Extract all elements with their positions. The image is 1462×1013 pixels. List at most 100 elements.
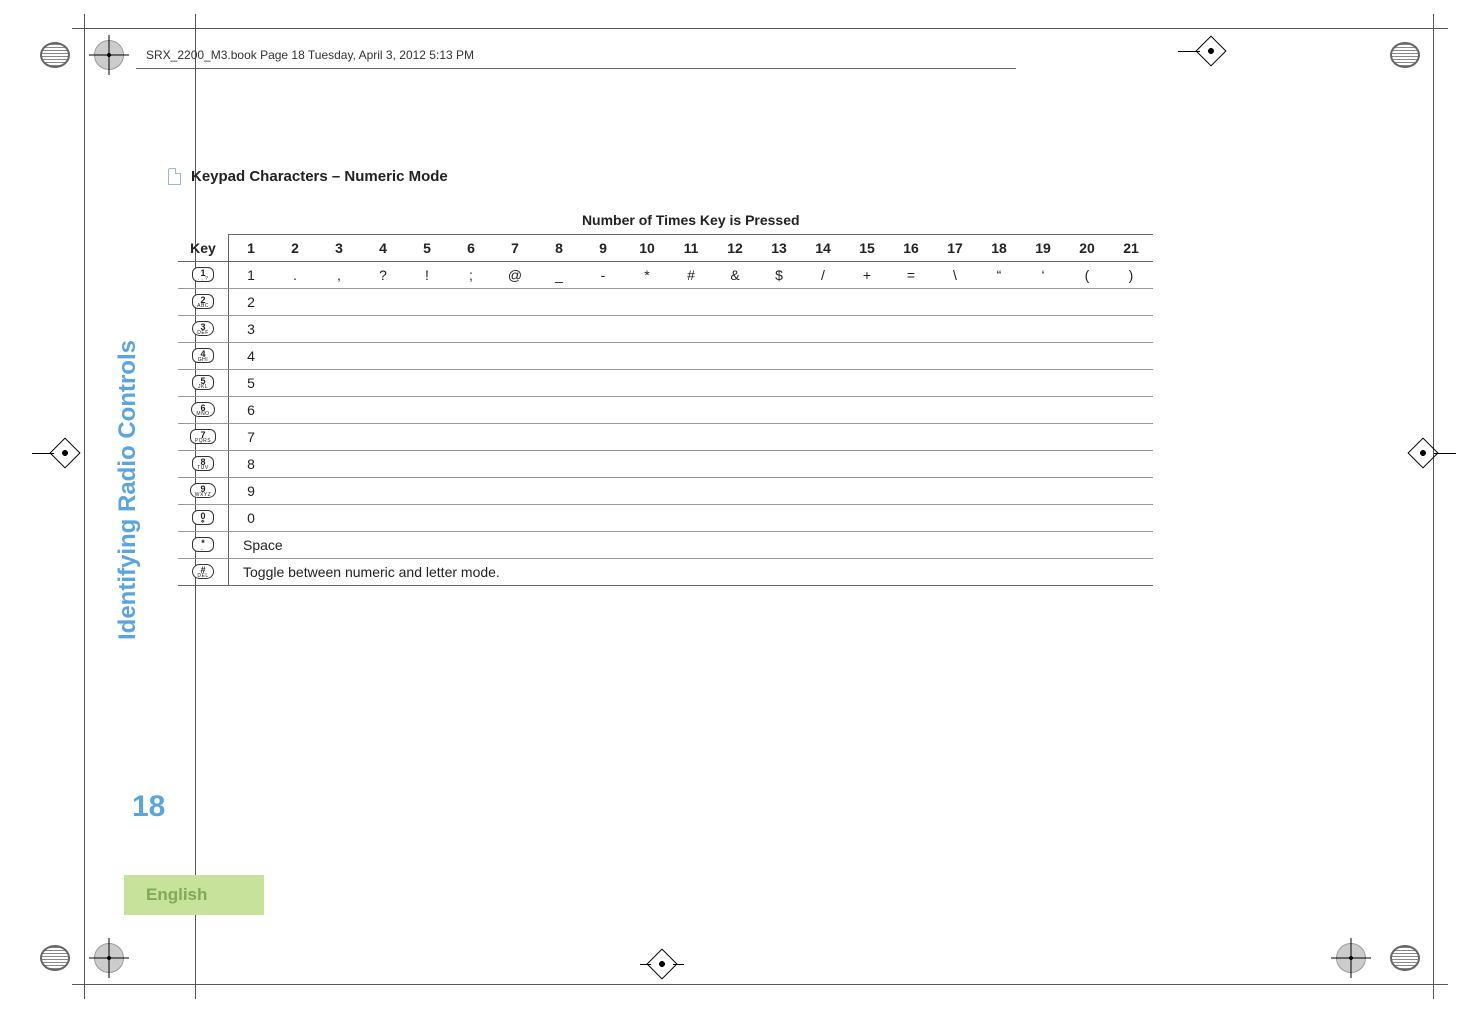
book-header-rule [136,68,1016,69]
table-column-header: 21 [1109,235,1153,262]
keypad-characters-table: Number of Times Key is Pressed Key 12345… [178,207,1153,586]
table-cell [493,505,537,532]
table-column-header: 19 [1021,235,1065,262]
table-cell [977,370,1021,397]
table-column-header: 9 [581,235,625,262]
table-cell: @ [493,262,537,289]
table-cell [669,397,713,424]
table-cell [845,370,889,397]
content-area: Keypad Characters – Numeric Mode Number … [168,168,1382,586]
table-cell [361,505,405,532]
table-column-header: 16 [889,235,933,262]
table-row: 7PQRS7 [178,424,1153,451]
table-cell [757,424,801,451]
table-cell [273,478,317,505]
arrow-target-icon [640,951,684,977]
table-cell [581,316,625,343]
table-cell [713,424,757,451]
table-cell [801,505,845,532]
table-row: 2ABC2 [178,289,1153,316]
table-cell [537,397,581,424]
table-cell: ? [361,262,405,289]
table-cell [581,478,625,505]
table-cell [317,343,361,370]
table-cell [845,451,889,478]
table-cell [581,343,625,370]
table-column-header: 5 [405,235,449,262]
table-cell [977,289,1021,316]
table-cell: ( [1065,262,1109,289]
table-cell: \ [933,262,977,289]
table-cell [317,289,361,316]
table-row: *←Space [178,532,1153,559]
table-cell [1109,397,1153,424]
table-super-header: Number of Times Key is Pressed [229,207,1154,235]
table-cell [625,316,669,343]
table-cell [757,316,801,343]
keycap-cell: 3DEF [178,316,229,343]
table-cell: 4 [229,343,274,370]
table-cell [933,478,977,505]
table-cell [933,370,977,397]
keycap-icon: 4GHI [192,348,214,363]
table-cell [889,505,933,532]
table-cell [625,478,669,505]
registration-target-icon [1336,943,1366,973]
table-cell [757,478,801,505]
table-cell [317,478,361,505]
table-cell [361,316,405,343]
table-cell [317,397,361,424]
table-cell: . [273,262,317,289]
table-cell [581,397,625,424]
table-cell [273,451,317,478]
table-row: 1. , ?1.,?!;@_-*#&$/+=\“‘() [178,262,1153,289]
keycap-cell: #DEL [178,559,229,586]
table-cell [449,343,493,370]
table-cell [449,397,493,424]
keycap-icon: 0❖ [192,510,214,525]
table-row: 6MNO6 [178,397,1153,424]
registration-target-icon [94,943,124,973]
table-cell [845,478,889,505]
book-header-text: SRX_2200_M3.book Page 18 Tuesday, April … [146,48,474,62]
table-cell [1109,343,1153,370]
section-heading: Keypad Characters – Numeric Mode [168,168,1382,185]
table-cell [845,505,889,532]
table-cell [1109,478,1153,505]
table-cell [405,505,449,532]
table-cell: = [889,262,933,289]
table-cell [933,451,977,478]
table-cell [1109,289,1153,316]
table-column-header: 17 [933,235,977,262]
table-cell [493,370,537,397]
table-column-header: 14 [801,235,845,262]
table-cell: , [317,262,361,289]
keycap-cell: 6MNO [178,397,229,424]
table-column-header: 6 [449,235,493,262]
table-cell [801,289,845,316]
table-cell: 0 [229,505,274,532]
table-cell [669,505,713,532]
table-cell [537,343,581,370]
table-row: 5JKL5 [178,370,1153,397]
table-cell [977,478,1021,505]
document-icon [168,168,181,185]
table-cell [933,424,977,451]
table-cell [405,370,449,397]
table-cell [889,316,933,343]
keycap-icon: #DEL [192,564,214,579]
table-cell: # [669,262,713,289]
table-cell [801,370,845,397]
table-column-header: 15 [845,235,889,262]
table-cell [757,397,801,424]
registration-target-icon [94,40,124,70]
keycap-icon: 8TUV [192,456,214,471]
table-cell [449,478,493,505]
table-cell [889,370,933,397]
table-cell: + [845,262,889,289]
table-cell [625,397,669,424]
table-cell: 3 [229,316,274,343]
table-cell [713,478,757,505]
language-badge: English [124,875,264,915]
table-cell [361,343,405,370]
